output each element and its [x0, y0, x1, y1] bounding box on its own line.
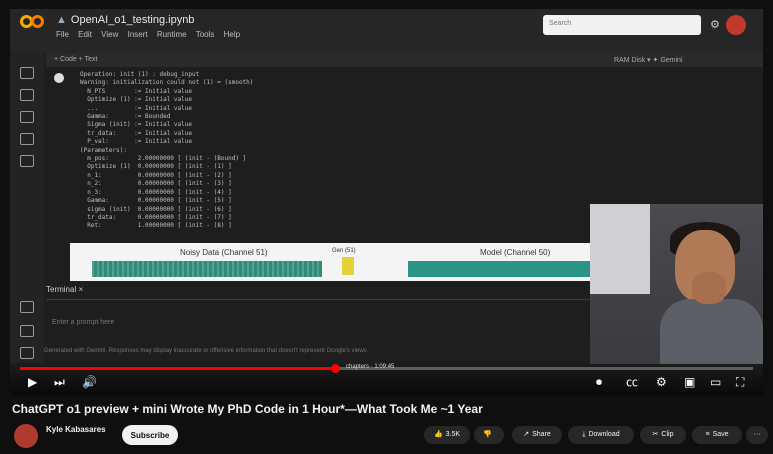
plot-mid-label: Gen (51) [332, 248, 356, 254]
variables-icon[interactable] [20, 111, 34, 123]
user-avatar[interactable] [726, 15, 746, 35]
presenter-body [660, 299, 763, 364]
more-actions-button[interactable]: ··· [746, 426, 768, 444]
cc-icon[interactable]: ㏄ [626, 375, 638, 389]
menu-insert[interactable]: Insert [128, 30, 148, 39]
code-line: Gamma: 0.00000000 [ (init - (5) ] [80, 197, 232, 205]
colab-logo-icon [20, 15, 46, 31]
menu-runtime[interactable]: Runtime [157, 30, 187, 39]
settings-icon[interactable]: ⚙ [656, 375, 667, 389]
code-cell-output: Operation: init (1) : debug_input Warning… [50, 69, 590, 249]
presenter-hand [692, 272, 726, 304]
menu-edit[interactable]: Edit [78, 30, 92, 39]
background-shelf [590, 204, 650, 294]
chapter-label: chapters · 1:09:45 [346, 364, 395, 370]
code-line: ... := Initial value [80, 104, 192, 112]
volume-icon[interactable]: 🔊 [82, 375, 97, 389]
video-title: ChatGPT o1 preview + mini Wrote My PhD C… [12, 402, 483, 416]
prompt-input[interactable]: Enter a prompt here [52, 319, 114, 326]
menu-file[interactable]: File [56, 30, 69, 39]
gear-icon[interactable]: ⚙ [710, 18, 720, 31]
dislike-button[interactable]: 👎 [474, 426, 504, 444]
divider [46, 299, 591, 300]
code-line: n_1: 0.00000000 [ (init - (2) ] [80, 171, 232, 179]
colab-menu: File Edit View Insert Runtime Tools Help [56, 30, 247, 39]
notebook-title[interactable]: ▲ OpenAI_o1_testing.ipynb [56, 14, 194, 26]
code-line: P_val: := Initial value [80, 138, 192, 146]
command-palette-icon[interactable] [20, 325, 34, 337]
plot-right-label: Model (Channel 50) [480, 248, 551, 257]
download-icon: ⤓ [582, 431, 586, 438]
plot-noisy-data [92, 261, 322, 277]
terminal-icon[interactable] [20, 347, 34, 359]
scrubber-handle[interactable] [331, 364, 341, 373]
notebook-toolbar: + Code + Text RAM Disk ▾ ✦ Gemini [46, 53, 763, 67]
progress-played [20, 367, 336, 370]
menu-help[interactable]: Help [224, 30, 240, 39]
code-line: Optimize (1) 0.00000000 [ (init - (1) ] [80, 163, 232, 171]
tab-terminal[interactable]: Terminal × [46, 285, 83, 294]
dislike-icon: 👎 [483, 431, 492, 438]
clip-icon: ✂ [652, 431, 659, 438]
search-icon[interactable] [20, 89, 34, 101]
code-line: N_PTS := Initial value [80, 87, 192, 95]
search-input[interactable]: Search [543, 15, 701, 35]
video-controls: chapters · 1:09:45 ▶ ⏭ 🔊 ⏺ ㏄ ⚙ ▣ ▭ ⛶ [10, 361, 763, 395]
code-line: n_3: 0.00000000 [ (init - (4) ] [80, 188, 232, 196]
save-button[interactable]: ≡ Save [692, 426, 742, 444]
code-line: Warning: initialization could not (1) = … [80, 79, 254, 87]
save-icon: ≡ [705, 431, 710, 438]
plot-left-label: Noisy Data (Channel 51) [180, 248, 268, 257]
like-button[interactable]: 👍 3.5K [424, 426, 470, 444]
video-player[interactable]: ▲ OpenAI_o1_testing.ipynb File Edit View … [10, 9, 763, 395]
menu-view[interactable]: View [101, 30, 118, 39]
code-line: Ret: 1.00000000 [ (init - (8) ] [80, 222, 232, 230]
code-line: Sigma (init) := Initial value [80, 121, 192, 129]
files-icon[interactable] [20, 155, 34, 167]
channel-name[interactable]: Kyle Kabasares [46, 425, 106, 434]
toc-icon[interactable] [20, 67, 34, 79]
secrets-icon[interactable] [20, 133, 34, 145]
code-line: n_2: 0.00000000 [ (init - (3) ] [80, 180, 232, 188]
share-button[interactable]: ↗ Share [512, 426, 562, 444]
cell-output-text: Operation: init (1) : debug_input Warning… [80, 71, 253, 231]
code-line: m_pos: 2.00000000 [ (init - (Bound) ] [80, 155, 247, 163]
play-icon[interactable]: ▶ [28, 375, 37, 389]
colab-header: ▲ OpenAI_o1_testing.ipynb File Edit View … [10, 9, 763, 53]
code-line: Optimize (1) := Initial value [80, 96, 192, 104]
add-code-text-buttons[interactable]: + Code + Text [54, 56, 97, 63]
code-line: Gamma: := Bounded [80, 113, 171, 121]
theater-icon[interactable]: ▭ [710, 375, 721, 389]
menu-tools[interactable]: Tools [196, 30, 215, 39]
like-icon: 👍 [433, 431, 443, 438]
download-button[interactable]: ⤓ Download [568, 426, 634, 444]
plot-model-data [408, 261, 590, 277]
miniplayer-icon[interactable]: ▣ [684, 375, 695, 389]
subscribe-button[interactable]: Subscribe [122, 425, 178, 445]
fullscreen-icon[interactable]: ⛶ [736, 375, 744, 389]
runtime-status[interactable]: RAM Disk ▾ ✦ Gemini [614, 56, 683, 64]
webcam-overlay [590, 204, 763, 364]
next-icon[interactable]: ⏭ [54, 375, 65, 389]
code-line: tr_data: 0.00000000 [ (init - (7) ] [80, 213, 232, 221]
drive-icon: ▲ [56, 14, 67, 26]
output-plot: Noisy Data (Channel 51) Gen (51) Model (… [70, 243, 590, 281]
channel-avatar[interactable] [14, 424, 38, 448]
code-snippets-icon[interactable] [20, 301, 34, 313]
autoplay-toggle[interactable]: ⏺ [596, 375, 602, 389]
run-cell-icon[interactable] [54, 73, 64, 83]
gemini-disclaimer: Generated with Gemini. Responses may dis… [44, 348, 367, 354]
code-line: (Parameters): [80, 146, 127, 154]
clip-button[interactable]: ✂ Clip [640, 426, 686, 444]
code-line: Operation: init (1) : debug_input [80, 71, 200, 78]
share-icon: ↗ [523, 431, 530, 438]
code-line: tr_data: := Initial value [80, 129, 192, 137]
code-line: sigma (init) 0.00000000 [ (init - (6) ] [80, 205, 232, 213]
colab-sidebar [10, 53, 44, 363]
plot-marker [342, 257, 354, 275]
progress-bar[interactable]: chapters · 1:09:45 [20, 364, 753, 373]
